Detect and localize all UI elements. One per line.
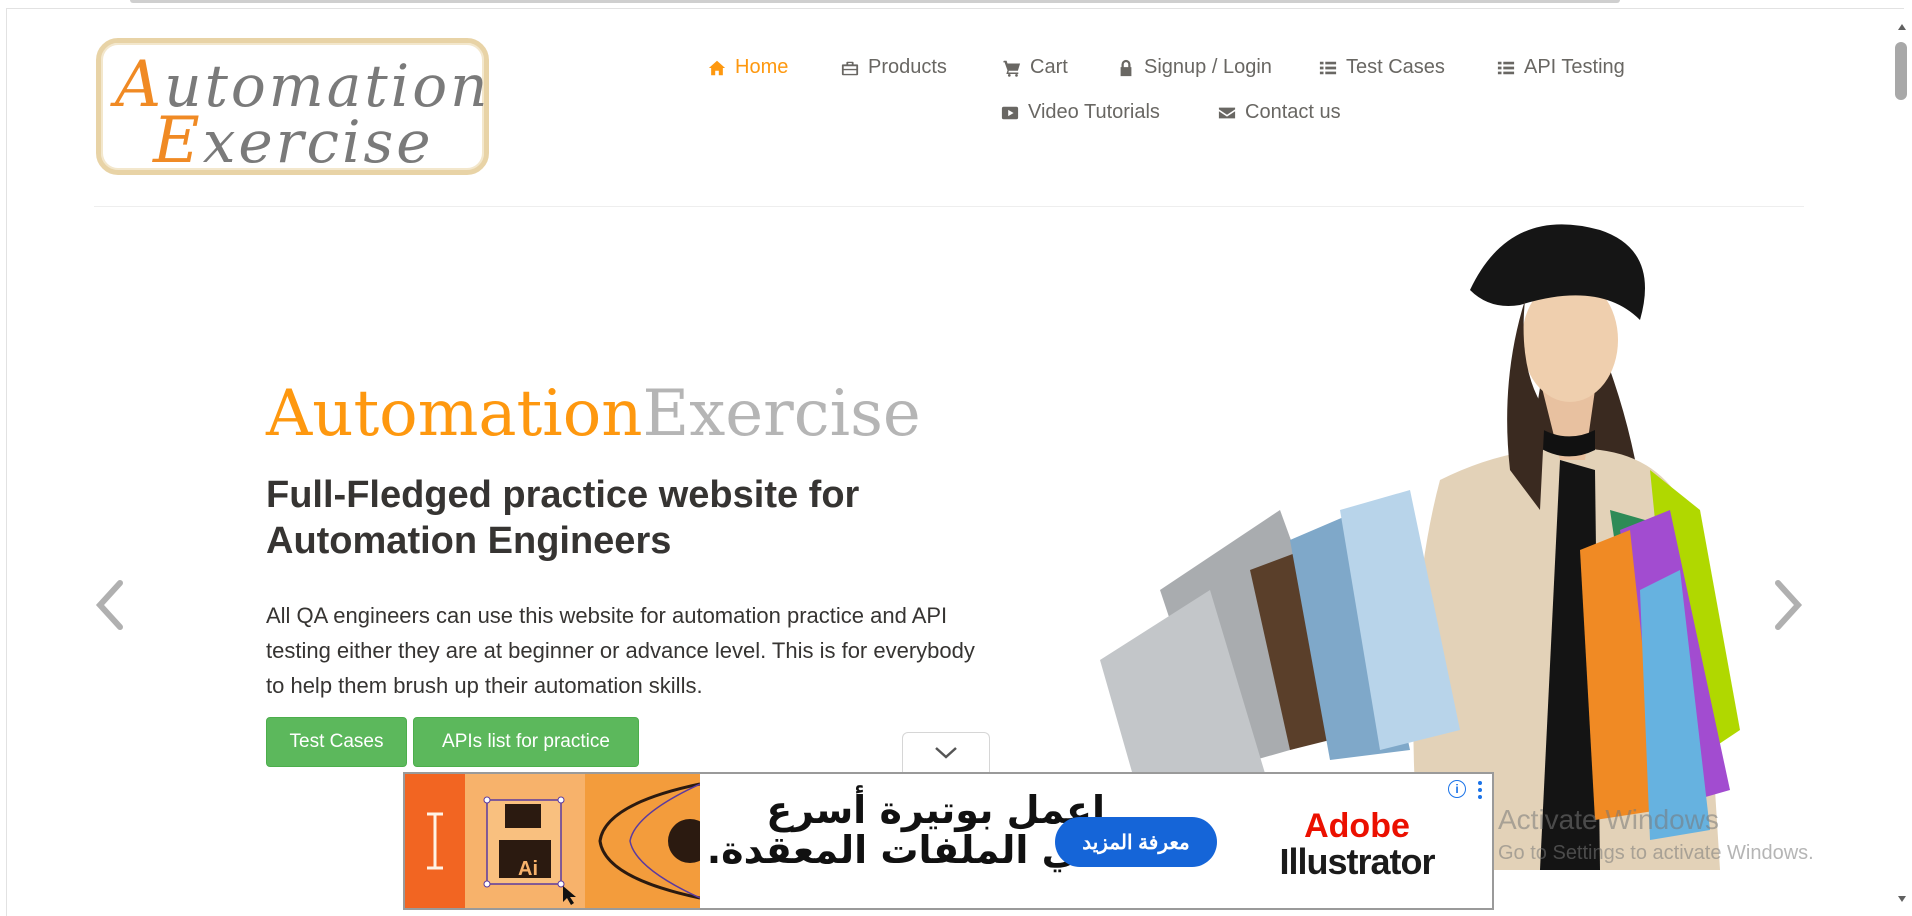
home-icon bbox=[707, 59, 727, 77]
list-icon bbox=[1496, 59, 1516, 77]
illustrator-ad-artwork bbox=[405, 774, 700, 908]
header-divider bbox=[94, 206, 1804, 207]
nav-products[interactable]: Products bbox=[840, 56, 947, 79]
vertical-scrollbar[interactable] bbox=[1892, 18, 1912, 916]
ad-banner[interactable]: Ai اعمل بوتيرة أسرع في الملفات المعقدة. … bbox=[403, 772, 1494, 910]
carousel-prev-icon[interactable] bbox=[90, 575, 130, 635]
list-icon bbox=[1318, 59, 1338, 77]
ad-brand-adobe: Adobe bbox=[1304, 807, 1410, 845]
ad-info-icon[interactable]: i bbox=[1448, 780, 1466, 798]
site-logo[interactable]: Automation Exercise bbox=[96, 38, 489, 175]
nav-contact-us[interactable]: Contact us bbox=[1217, 101, 1341, 124]
illustrator-logo-text: Ai bbox=[518, 858, 538, 880]
nav-cart[interactable]: Cart bbox=[1002, 56, 1068, 79]
ad-brand: Adobe Illustrator bbox=[1267, 808, 1447, 880]
hero-subtitle: Full-Fledged practice website for Automa… bbox=[266, 474, 860, 562]
logo-letter-e: E bbox=[153, 104, 203, 178]
ad-brand-illustrator: Illustrator bbox=[1279, 841, 1435, 882]
nav-home[interactable]: Home bbox=[707, 56, 788, 79]
nav-products-label: Products bbox=[868, 56, 947, 78]
ad-more-options-icon[interactable] bbox=[1476, 780, 1484, 800]
scrollbar-thumb[interactable] bbox=[1895, 42, 1907, 100]
ad-collapse-button[interactable] bbox=[902, 732, 990, 772]
apis-list-button[interactable]: APIs list for practice bbox=[413, 717, 639, 767]
hero-girl-image bbox=[1100, 224, 1740, 870]
windows-activation-watermark: Activate Windows Go to Settings to activ… bbox=[1498, 804, 1814, 865]
logo-word-2: xercise bbox=[202, 108, 434, 176]
nav-video-tutorials-label: Video Tutorials bbox=[1028, 101, 1160, 123]
ad-learn-more-button[interactable]: معرفة المزيد bbox=[1055, 817, 1217, 867]
cart-icon bbox=[1002, 59, 1022, 77]
envelope-icon bbox=[1217, 104, 1237, 122]
scroll-up-icon[interactable] bbox=[1897, 22, 1907, 32]
nav-signup-login[interactable]: Signup / Login bbox=[1116, 56, 1272, 79]
nav-api-testing[interactable]: API Testing bbox=[1496, 56, 1625, 79]
nav-api-testing-label: API Testing bbox=[1524, 56, 1625, 78]
nav-contact-us-label: Contact us bbox=[1245, 101, 1341, 123]
nav-test-cases-label: Test Cases bbox=[1346, 56, 1445, 78]
nav-signup-login-label: Signup / Login bbox=[1144, 56, 1272, 78]
nav-test-cases[interactable]: Test Cases bbox=[1318, 56, 1445, 79]
nav-video-tutorials[interactable]: Video Tutorials bbox=[1000, 101, 1160, 124]
scroll-down-icon[interactable] bbox=[1897, 894, 1907, 904]
chevron-down-icon bbox=[935, 746, 957, 759]
hero-title: AutomationExercise bbox=[266, 382, 921, 446]
nav-home-label: Home bbox=[735, 56, 789, 78]
lock-icon bbox=[1116, 59, 1136, 77]
youtube-play-icon bbox=[1000, 104, 1020, 122]
test-cases-button[interactable]: Test Cases bbox=[266, 717, 407, 767]
watermark-line1: Activate Windows bbox=[1498, 804, 1719, 835]
address-bar-edge bbox=[130, 0, 1620, 3]
watermark-line2: Go to Settings to activate Windows. bbox=[1498, 842, 1814, 864]
briefcase-icon bbox=[840, 59, 860, 77]
nav-cart-label: Cart bbox=[1030, 56, 1068, 78]
ad-headline: اعمل بوتيرة أسرع في الملفات المعقدة. bbox=[706, 788, 1105, 872]
hero-title-automation: Automation bbox=[266, 377, 643, 451]
hero-description: All QA engineers can use this website fo… bbox=[266, 603, 975, 698]
hero-title-exercise: Exercise bbox=[642, 377, 921, 451]
